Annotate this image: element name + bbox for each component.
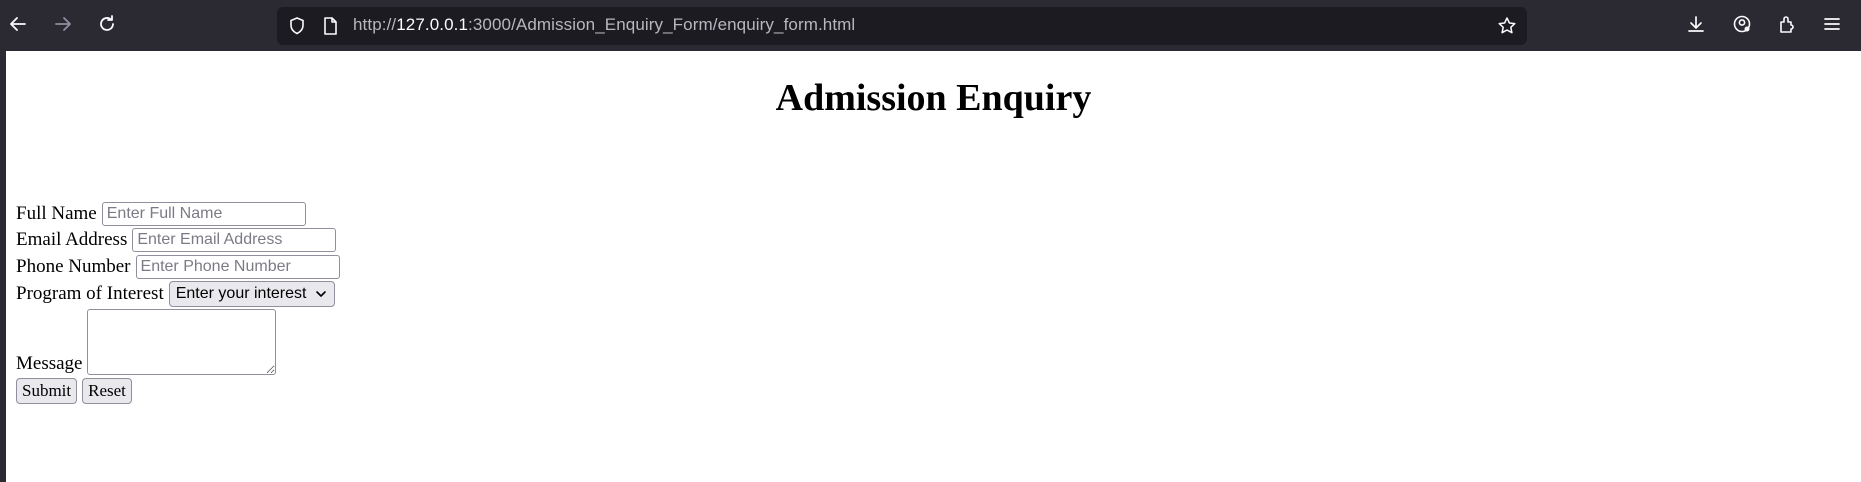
downloads-button[interactable]: [1678, 8, 1714, 44]
extensions-icon: [1777, 14, 1797, 39]
full-name-label: Full Name: [16, 203, 97, 224]
program-label: Program of Interest: [16, 283, 164, 304]
message-row: Message: [16, 309, 277, 375]
message-label: Message: [16, 353, 83, 374]
program-selected-value: Enter your interest: [175, 285, 307, 302]
phone-input[interactable]: [135, 255, 340, 279]
account-button[interactable]: [1724, 8, 1760, 44]
url-bar[interactable]: http://127.0.0.1:3000/Admission_Enquiry_…: [277, 7, 1527, 45]
full-name-row: Full Name: [16, 202, 306, 226]
form-buttons: Submit Reset: [16, 378, 137, 404]
page-viewport: Admission Enquiry Full Name Email Addres…: [6, 51, 1861, 482]
reload-icon: [97, 14, 117, 39]
forward-button[interactable]: [45, 8, 81, 44]
reload-button[interactable]: [89, 8, 125, 44]
phone-label: Phone Number: [16, 256, 131, 277]
message-textarea[interactable]: [87, 309, 277, 375]
browser-toolbar: http://127.0.0.1:3000/Admission_Enquiry_…: [0, 0, 1861, 51]
email-label: Email Address: [16, 229, 128, 250]
menu-icon: [1822, 14, 1842, 39]
phone-row: Phone Number: [16, 255, 340, 279]
program-select[interactable]: Enter your interest: [168, 281, 336, 307]
reset-button[interactable]: Reset: [82, 378, 132, 404]
full-name-input[interactable]: [101, 202, 306, 226]
page-icon[interactable]: [320, 16, 340, 36]
back-button[interactable]: [0, 8, 36, 44]
forward-icon: [53, 14, 73, 39]
bookmark-star-icon[interactable]: [1497, 16, 1517, 36]
program-row: Program of Interest Enter your interest: [16, 281, 336, 307]
chevron-down-icon: [316, 291, 327, 297]
menu-button[interactable]: [1814, 8, 1850, 44]
email-row: Email Address: [16, 228, 337, 252]
shield-icon[interactable]: [287, 16, 307, 36]
account-icon: [1732, 14, 1752, 39]
download-icon: [1686, 14, 1706, 39]
url-text[interactable]: http://127.0.0.1:3000/Admission_Enquiry_…: [353, 15, 855, 35]
page-title: Admission Enquiry: [775, 77, 1092, 119]
email-input[interactable]: [132, 228, 337, 252]
submit-button[interactable]: Submit: [16, 378, 78, 404]
extensions-button[interactable]: [1769, 8, 1805, 44]
back-icon: [8, 14, 28, 39]
